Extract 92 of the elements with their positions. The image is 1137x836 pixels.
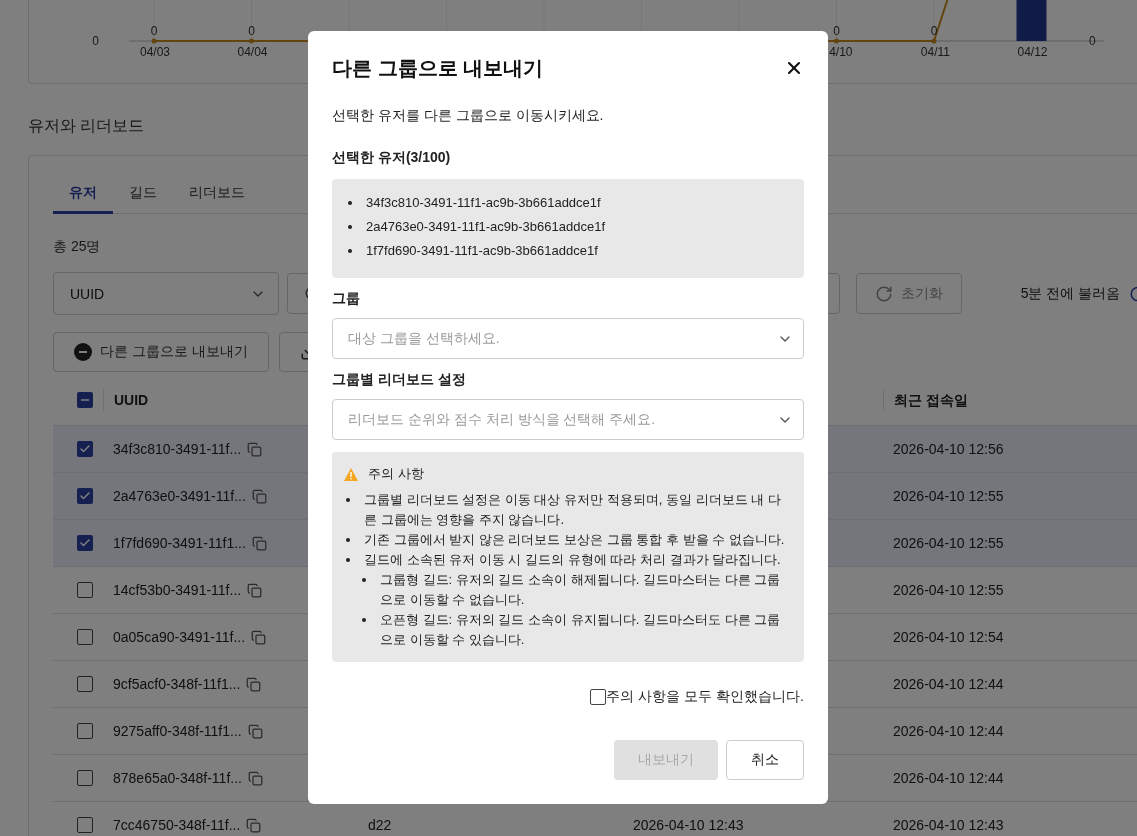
- table-cell: 2026-04-10 12:55: [893, 535, 1004, 551]
- table-cell: 9cf5acf0-348f-11f1...: [113, 676, 241, 692]
- copy-icon[interactable]: [251, 488, 267, 504]
- table-cell: 2026-04-10 12:43: [633, 817, 744, 833]
- notice-text: 그룹별 리더보드 설정은 이동 대상 유저만 적용되며, 동일 리더보드 내 다른 그룹에는 영향을 주지 않습니다.: [364, 491, 782, 529]
- table-cell: 2026-04-10 12:55: [893, 488, 1004, 504]
- tick-label: 4/10: [829, 45, 853, 59]
- total-count: 총 25명: [53, 238, 101, 256]
- table-cell: 878e65a0-348f-11f...: [113, 770, 242, 786]
- confirm-label: 주의 사항을 모두 확인했습니다.: [606, 688, 804, 706]
- row-checkbox[interactable]: [77, 582, 93, 598]
- table-cell: 2026-04-10 12:55: [893, 582, 1004, 598]
- row-checkbox[interactable]: [77, 535, 93, 551]
- field-select[interactable]: UUID: [53, 272, 280, 315]
- check-icon: [79, 490, 91, 502]
- leaderboard-select[interactable]: 리더보드 순위와 점수 처리 방식을 선택해 주세요.: [332, 399, 804, 440]
- uuid-text: 1f7fd690-3491-11f1-ac9b-3b661addce1f: [366, 242, 598, 260]
- copy-icon[interactable]: [251, 535, 267, 551]
- table-cell: 7cc46750-348f-11f...: [113, 817, 241, 833]
- table-cell: 2026-04-10 12:44: [893, 770, 1004, 786]
- data-label: 0: [833, 24, 840, 38]
- uuid-text: 2a4763e0-3491-11f1-ac9b-3b661addce1f: [366, 218, 605, 236]
- tab[interactable]: 길드: [113, 174, 173, 214]
- refresh-icon: [874, 284, 893, 303]
- table-cell: 1f7fd690-3491-11f1...: [113, 535, 246, 551]
- minus-circle-icon: [74, 343, 92, 361]
- tick-label: 04/11: [920, 45, 950, 59]
- tick-label: 04/12: [1017, 45, 1048, 59]
- row-checkbox[interactable]: [77, 770, 93, 786]
- axis-label: 0: [1089, 34, 1096, 48]
- field-label: 그룹: [332, 290, 361, 308]
- column-header: 최근 접속일: [883, 389, 1137, 411]
- copy-icon[interactable]: [251, 629, 267, 645]
- copy-icon[interactable]: [247, 441, 263, 457]
- data-label: 0: [930, 24, 938, 38]
- tick-label: 04/03: [139, 45, 170, 59]
- table-cell: 2026-04-10 12:44: [893, 723, 1004, 739]
- row-checkbox[interactable]: [77, 629, 93, 645]
- bullet-icon: [348, 249, 352, 253]
- cancel-button[interactable]: 취소: [726, 740, 804, 780]
- row-checkbox[interactable]: [77, 723, 93, 739]
- table-cell: 34f3c810-3491-11f...: [113, 441, 242, 457]
- row-checkbox[interactable]: [77, 676, 93, 692]
- notice-text: 오픈형 길드: 유저의 길드 소속이 유지됩니다. 길드마스터도 다른 그룹으로 이동할 수 있습니다.: [380, 611, 782, 649]
- row-checkbox[interactable]: [77, 488, 93, 504]
- copy-icon[interactable]: [247, 723, 263, 739]
- tab[interactable]: 유저: [53, 174, 113, 214]
- bullet-icon: [362, 618, 366, 622]
- notice-title: 주의 사항: [368, 465, 424, 483]
- uuid-text: 34f3c810-3491-11f1-ac9b-3b661addce1f: [366, 194, 601, 212]
- bullet-icon: [362, 578, 366, 582]
- tick-label: 04/04: [237, 45, 268, 59]
- bullet-icon: [346, 558, 350, 562]
- export-button[interactable]: 다른 그룹으로 내보내기: [53, 332, 269, 372]
- table-cell: 2026-04-10 12:54: [893, 629, 1004, 645]
- group-select[interactable]: 대상 그룹을 선택하세요.: [332, 318, 804, 359]
- bullet-icon: [348, 225, 352, 229]
- copy-icon[interactable]: [247, 770, 263, 786]
- table-cell: 2026-04-10 12:44: [893, 676, 1004, 692]
- dialog-title: 다른 그룹으로 내보내기: [332, 55, 544, 81]
- table-cell: d22: [368, 817, 392, 833]
- data-label: 0: [248, 24, 255, 38]
- notice-text: 길드에 소속된 유저 이동 시 길드의 유형에 따라 처리 결과가 달라집니다.: [364, 551, 781, 569]
- bullet-icon: [346, 538, 350, 542]
- bullet-icon: [348, 201, 352, 205]
- confirm-checkbox[interactable]: [590, 689, 607, 705]
- field-label: 그룹별 리더보드 설정: [332, 371, 467, 389]
- check-icon: [79, 537, 91, 549]
- table-cell: 2a4763e0-3491-11f...: [113, 488, 246, 504]
- notice-text: 그룹형 길드: 유저의 길드 소속이 해제됩니다. 길드마스터는 다른 그룹으로 이동할 수 없습니다.: [380, 571, 782, 609]
- row-checkbox[interactable]: [77, 817, 93, 833]
- axis-label: 0: [92, 34, 99, 48]
- tab[interactable]: 리더보드: [173, 174, 261, 214]
- table-cell: 0a05ca90-3491-11f...: [113, 629, 246, 645]
- select-all-checkbox[interactable]: [77, 392, 93, 408]
- notice-text: 기존 그룹에서 받지 않은 리더보드 보상은 그룹 통합 후 받을 수 없습니다.: [364, 531, 785, 549]
- row-checkbox[interactable]: [77, 441, 93, 457]
- selected-users-label: 선택한 유저(3/100): [332, 149, 452, 167]
- reset-button[interactable]: 초기화: [855, 273, 962, 314]
- bullet-icon: [346, 498, 350, 502]
- table-cell: 2026-04-10 12:56: [893, 441, 1004, 457]
- dialog-description: 선택한 유저를 다른 그룹으로 이동시키세요.: [332, 107, 605, 125]
- table-cell: 14cf53b0-3491-11f...: [113, 582, 242, 598]
- data-label: 0: [150, 24, 158, 38]
- table-cell: 2026-04-10 12:43: [893, 817, 1004, 833]
- warning-icon: [344, 467, 358, 481]
- copy-icon[interactable]: [246, 676, 262, 692]
- check-icon: [79, 443, 91, 455]
- copy-icon[interactable]: [246, 817, 262, 833]
- fetched-time: 5분 전에 불러옴: [1020, 284, 1121, 303]
- copy-icon[interactable]: [247, 582, 263, 598]
- table-cell: 9275aff0-348f-11f1...: [113, 723, 242, 739]
